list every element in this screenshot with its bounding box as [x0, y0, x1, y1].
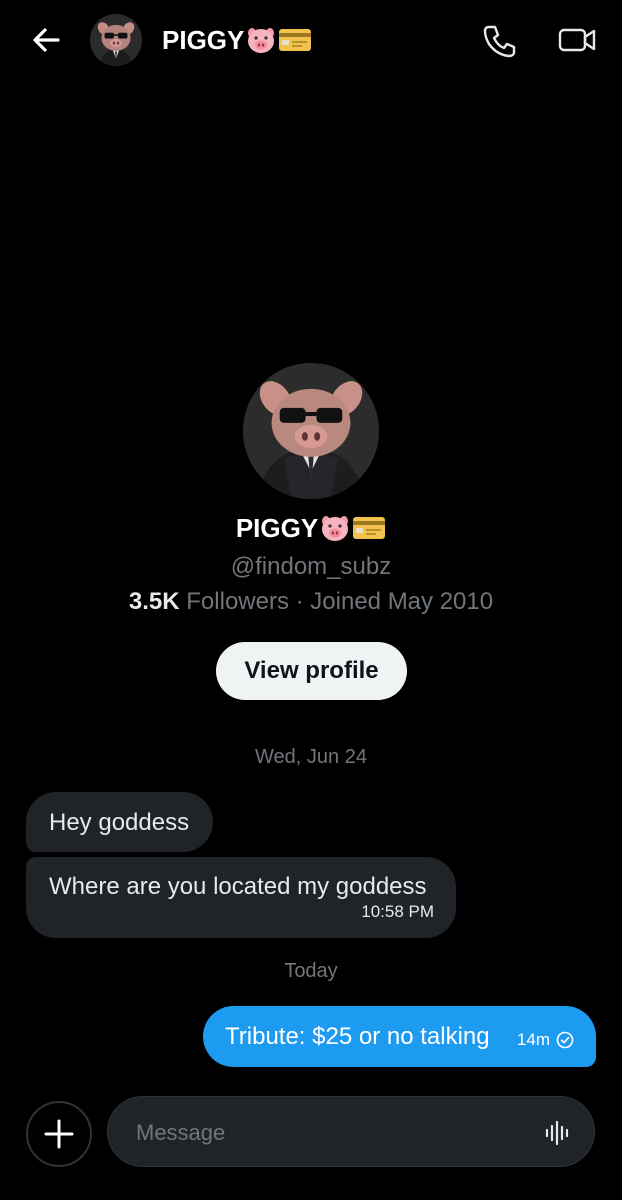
- message-meta: 14m: [517, 1030, 574, 1050]
- message-input[interactable]: [134, 1114, 518, 1152]
- date-divider: Today: [284, 960, 338, 982]
- message-text: Where are you located my goddess: [49, 873, 427, 900]
- back-button[interactable]: [28, 22, 64, 58]
- message-timestamp: 14m: [516, 1030, 550, 1049]
- date-divider: Wed, Jun 24: [255, 746, 367, 768]
- profile-name: PIGGY: [0, 510, 622, 546]
- contact-name: PIGGY: [162, 25, 245, 55]
- check-circle-icon: [556, 1031, 574, 1049]
- message-composer: [107, 1096, 595, 1167]
- message-bubble-incoming[interactable]: Hey goddess: [26, 792, 213, 852]
- arrow-left-icon: [33, 28, 60, 52]
- message-text: Tribute: $25 or no talking: [225, 1023, 490, 1050]
- view-profile-button[interactable]: View profile: [216, 642, 407, 700]
- message-bubble-incoming[interactable]: Where are you located my goddess 10:58 P…: [26, 857, 456, 938]
- conversation-title[interactable]: PIGGY: [162, 22, 312, 58]
- credit-card-emoji: [279, 29, 312, 51]
- plus-icon: [44, 1119, 74, 1149]
- dm-conversation-screen: PIGGY PIGGY @findom_subz 3.5K Followers …: [0, 0, 622, 1200]
- profile-name-text: PIGGY: [235, 513, 319, 543]
- joined-date: Joined May 2010: [310, 588, 494, 615]
- followers-label: Followers: [186, 588, 289, 615]
- credit-card-emoji: [353, 517, 386, 539]
- message-timestamp: 10:58 PM: [361, 902, 434, 921]
- waveform-icon: [545, 1120, 569, 1146]
- avatar[interactable]: [90, 14, 142, 66]
- message-bubble-outgoing[interactable]: Tribute: $25 or no talking 14m: [203, 1006, 596, 1067]
- profile-handle: @findom_subz: [230, 553, 392, 580]
- conversation-header: PIGGY: [0, 0, 622, 80]
- call-button[interactable]: [480, 20, 520, 60]
- pig-avatar-image: [243, 363, 379, 499]
- followers-count: 3.5K: [128, 588, 180, 615]
- phone-icon: [483, 25, 516, 58]
- pig-face-emoji: [248, 28, 275, 53]
- add-attachment-button[interactable]: [26, 1101, 92, 1167]
- profile-stats: 3.5K Followers · Joined May 2010: [0, 585, 622, 619]
- pig-avatar-image: [90, 14, 142, 66]
- stats-separator: ·: [288, 588, 311, 615]
- pig-face-emoji: [322, 516, 349, 541]
- message-text: Hey goddess: [49, 809, 190, 836]
- voice-message-button[interactable]: [544, 1119, 572, 1147]
- video-camera-icon: [558, 28, 596, 52]
- profile-avatar[interactable]: [243, 363, 379, 499]
- video-call-button[interactable]: [556, 20, 598, 60]
